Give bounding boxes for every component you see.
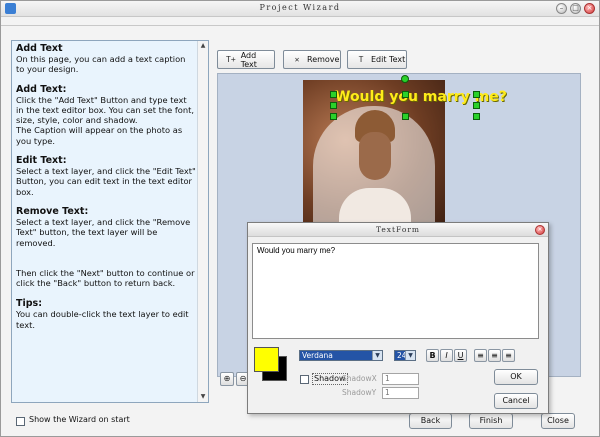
underline-button[interactable]: U — [454, 349, 467, 362]
back-button[interactable]: Back — [409, 413, 452, 429]
bold-button[interactable]: B — [426, 349, 439, 362]
remove-text-icon: ✕ — [294, 54, 300, 64]
resize-handle[interactable] — [473, 113, 480, 120]
chevron-down-icon[interactable]: ▼ — [405, 351, 415, 360]
help-heading: Tips: — [16, 298, 42, 310]
help-content: Add Text On this page, you can add a tex… — [16, 43, 196, 340]
resize-handle[interactable] — [402, 91, 409, 98]
edit-text-label: Edit Text — [371, 55, 406, 64]
photo-face — [359, 132, 391, 180]
show-wizard-checkbox[interactable] — [16, 417, 25, 426]
shadow-y-input[interactable]: 1 — [382, 387, 419, 399]
edit-text-icon: T — [358, 54, 364, 64]
align-center-icon[interactable]: ≡ — [488, 349, 501, 362]
help-body: On this page, you can add a text caption… — [16, 54, 186, 75]
text-layer-caption[interactable]: Would you marry me? — [335, 89, 507, 105]
minimize-button[interactable]: – — [556, 3, 567, 14]
remove-button[interactable]: ✕ Remove — [283, 50, 341, 69]
resize-handle[interactable] — [330, 113, 337, 120]
resize-handle[interactable] — [473, 102, 480, 109]
font-select[interactable]: Verdana ▼ — [299, 350, 383, 361]
window-title: Project Wizard — [259, 3, 341, 12]
finish-button[interactable]: Finish — [469, 413, 513, 429]
maximize-button[interactable]: □ — [570, 3, 581, 14]
size-select[interactable]: 24 ▼ — [394, 350, 416, 361]
title-bar[interactable]: Project Wizard – □ × — [1, 1, 599, 17]
italic-button[interactable]: I — [440, 349, 453, 362]
align-right-icon[interactable]: ≡ — [502, 349, 515, 362]
shadow-checkbox[interactable] — [300, 375, 309, 384]
help-scrollbar[interactable]: ▲ ▼ — [197, 41, 208, 402]
header-divider — [1, 25, 599, 26]
chevron-down-icon[interactable]: ▼ — [372, 351, 382, 360]
foreground-color-swatch[interactable] — [254, 347, 279, 372]
scroll-up-arrow-icon[interactable]: ▲ — [199, 42, 207, 50]
resize-handle[interactable] — [330, 102, 337, 109]
align-left-icon[interactable]: ≡ — [474, 349, 487, 362]
help-heading: Remove Text: — [16, 205, 89, 217]
close-button[interactable]: Close — [541, 413, 575, 429]
help-heading: Edit Text: — [16, 155, 67, 167]
close-window-button[interactable]: × — [584, 3, 595, 14]
rotate-handle[interactable] — [401, 75, 409, 83]
resize-handle[interactable] — [330, 91, 337, 98]
project-wizard-window: Project Wizard – □ × Add Text On this pa… — [0, 0, 600, 437]
text-editor-box[interactable]: Would you marry me? — [252, 243, 539, 339]
resize-handle[interactable] — [402, 113, 409, 120]
help-panel[interactable]: Add Text On this page, you can add a tex… — [11, 40, 209, 403]
remove-label: Remove — [307, 55, 340, 64]
help-body: Click the "Add Text" Button and type tex… — [16, 94, 194, 146]
help-body: Select a text layer, and click the "Remo… — [16, 216, 191, 248]
scroll-down-arrow-icon[interactable]: ▼ — [199, 393, 207, 401]
add-text-button[interactable]: T+ Add Text — [217, 50, 275, 69]
help-heading: Add Text: — [16, 83, 67, 95]
help-heading: Add Text — [16, 43, 63, 54]
dialog-title[interactable]: TextForm — [248, 223, 548, 237]
ok-button[interactable]: OK — [494, 369, 538, 385]
help-body: You can double-click the text layer to e… — [16, 309, 189, 330]
add-text-label: Add Text — [240, 50, 257, 69]
shadow-y-label: ShadowY — [342, 388, 377, 397]
shadow-x-input[interactable]: 1 — [382, 373, 419, 385]
textform-dialog: TextForm × Would you marry me? Verdana ▼… — [247, 222, 549, 414]
shadow-x-label: ShadowX — [342, 374, 377, 383]
resize-handle[interactable] — [473, 91, 480, 98]
zoom-in-icon[interactable]: ⊕ — [220, 372, 234, 386]
help-body: Then click the "Next" button to continue… — [16, 267, 195, 289]
font-value: Verdana — [302, 351, 333, 360]
cancel-button[interactable]: Cancel — [494, 393, 538, 409]
dialog-close-icon[interactable]: × — [535, 225, 545, 235]
show-wizard-label: Show the Wizard on start — [29, 415, 130, 424]
help-body: Select a text layer, and click the "Edit… — [16, 166, 196, 197]
add-text-icon: T+ — [226, 54, 236, 64]
edit-text-button[interactable]: T Edit Text — [347, 50, 407, 69]
